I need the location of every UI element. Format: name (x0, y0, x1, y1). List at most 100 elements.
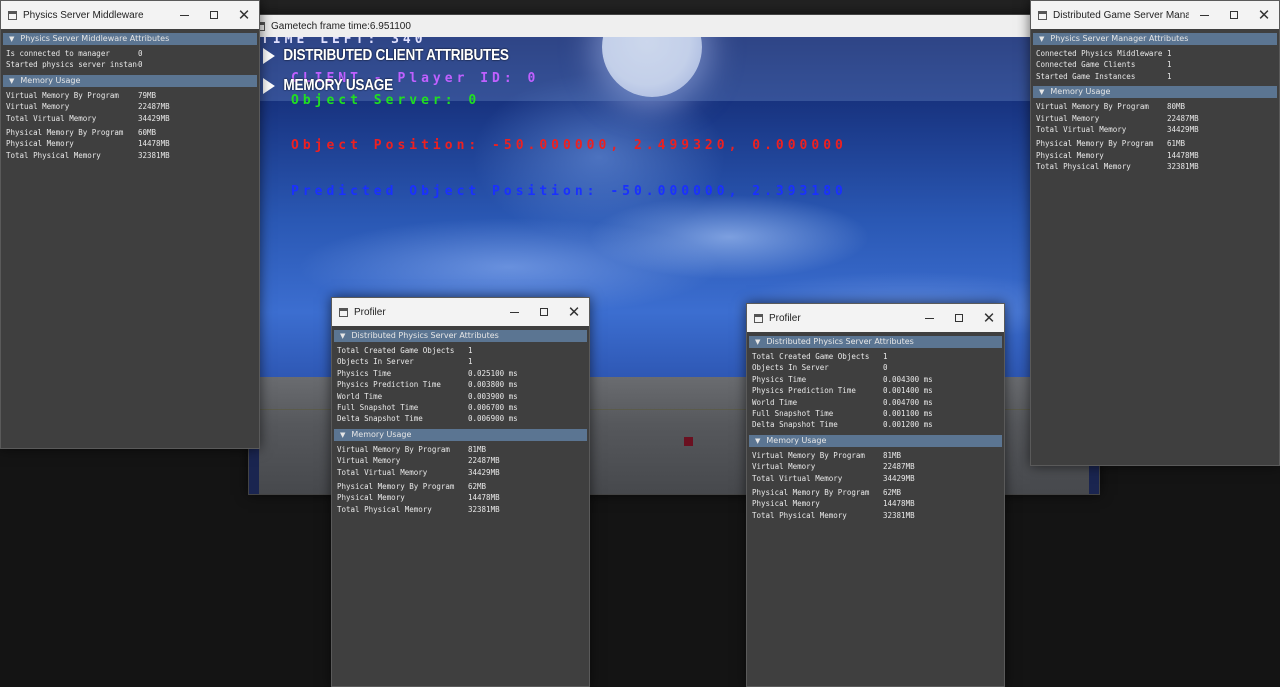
section-header-label: Physics Server Middleware Attributes (20, 34, 170, 43)
attribute-value: 0.004700 ms (883, 397, 933, 407)
attribute-row: Started Game Instances 1 (1036, 71, 1274, 82)
profiler-2-title: Profiler (769, 312, 801, 324)
attribute-row: Physical Memory 14478MB (6, 138, 254, 149)
attribute-value: 34429MB (883, 473, 915, 483)
maximize-icon[interactable] (529, 298, 559, 326)
attribute-key: Delta Snapshot Time (752, 420, 838, 430)
profiler-2-content: ▼ Distributed Physics Server Attributes To… (747, 336, 1004, 521)
attribute-rows: Connected Physics Middleware 1 Connected G… (1031, 45, 1279, 82)
maximize-icon[interactable] (199, 1, 229, 29)
attribute-row: Total Physical Memory 32381MB (752, 510, 999, 521)
section-header-label: Memory Usage (766, 435, 827, 445)
attribute-key: Physical Memory (752, 499, 820, 509)
profiler-1-titlebar[interactable]: Profiler ✕ (332, 298, 589, 326)
attribute-value: 79MB (138, 90, 157, 100)
collapsing-header[interactable]: ▼ Memory Usage (3, 74, 257, 87)
attribute-value: 81MB (883, 450, 902, 460)
attribute-value: 22487MB (1167, 113, 1199, 123)
collapsing-header[interactable]: ▼ Distributed Physics Server Attributes (749, 336, 1002, 348)
attribute-key: Physical Memory By Program (6, 128, 124, 138)
middleware-titlebar[interactable]: Physics Server Middleware ✕ (1, 1, 259, 29)
profiler-window-2[interactable]: Profiler ✕ ▼ Distributed Physics Server A… (746, 303, 1005, 687)
attribute-value: 62MB (883, 488, 902, 498)
attribute-key: Full Snapshot Time (337, 403, 419, 413)
attribute-row: Virtual Memory 22487MB (1036, 113, 1274, 124)
middleware-window[interactable]: Physics Server Middleware ✕ ▼ Physics Ser… (0, 0, 260, 449)
attribute-value: 0.003900 ms (468, 391, 518, 401)
attribute-row: World Time 0.003900 ms (337, 391, 584, 402)
attribute-key: Objects In Server (337, 357, 414, 367)
close-icon[interactable]: ✕ (559, 298, 589, 326)
object-position-text: Object Position: -50.000000, 2.499320, 0… (291, 138, 847, 153)
attribute-key: Total Created Game Objects (752, 352, 870, 361)
section-header-label: Memory Usage (351, 429, 412, 439)
attribute-value: 0 (138, 60, 143, 70)
minimize-icon[interactable] (1189, 1, 1219, 29)
attribute-key: Virtual Memory (752, 462, 816, 472)
attribute-row: Objects In Server 0 (752, 362, 999, 373)
collapsing-header[interactable]: ▼ Memory Usage (749, 434, 1002, 447)
attribute-key: Is connected to manager (6, 49, 110, 58)
attribute-value: 1 (1167, 71, 1172, 81)
close-icon[interactable]: ✕ (974, 304, 1004, 332)
distributed-client-attributes-header[interactable]: DISTRIBUTED CLIENT ATTRIBUTES (263, 45, 509, 67)
manager-window[interactable]: Distributed Game Server Manager ✕ ▼ Physi… (1030, 0, 1280, 466)
minimize-icon[interactable] (169, 1, 199, 29)
attribute-row: Virtual Memory By Program 80MB (1036, 101, 1274, 112)
attribute-row: Physical Memory 14478MB (337, 492, 584, 503)
collapsing-header[interactable]: ▼ Memory Usage (1033, 86, 1277, 99)
close-icon[interactable]: ✕ (229, 1, 259, 29)
attribute-value: 1 (1167, 49, 1172, 58)
maximize-icon[interactable] (944, 304, 974, 332)
attribute-key: Virtual Memory By Program (6, 90, 119, 100)
attribute-row: Connected Game Clients 1 (1036, 59, 1274, 70)
manager-content: ▼ Physics Server Manager Attributes Connec… (1031, 33, 1279, 173)
attribute-rows: Virtual Memory By Program 80MB Virtual Mem… (1031, 98, 1279, 172)
attribute-key: Physics Time (337, 368, 392, 378)
app-window-icon (754, 313, 763, 323)
minimize-icon[interactable] (914, 304, 944, 332)
attribute-key: Started Game Instances (1036, 71, 1136, 81)
manager-titlebar[interactable]: Distributed Game Server Manager ✕ (1031, 1, 1279, 29)
attribute-row: Total Physical Memory 32381MB (6, 150, 254, 161)
maximize-icon[interactable] (1219, 1, 1249, 29)
memory-usage-header[interactable]: MEMORY USAGE (263, 75, 393, 97)
attribute-key: Total Virtual Memory (6, 113, 97, 123)
minimize-icon[interactable] (499, 298, 529, 326)
attribute-value: 1 (1167, 60, 1172, 70)
profiler-1-title: Profiler (354, 306, 386, 318)
attribute-row: Total Physical Memory 32381MB (1036, 161, 1274, 172)
game-window-titlebar[interactable]: Gametech frame time:6.951100 (249, 15, 1099, 37)
attribute-key: Physical Memory By Program (752, 488, 870, 498)
attribute-key: Total Created Game Objects (337, 346, 455, 355)
attribute-key: Delta Snapshot Time (337, 414, 423, 424)
game-window-title: Gametech frame time:6.951100 (271, 20, 411, 32)
collapsing-header[interactable]: ▼ Memory Usage (334, 428, 587, 441)
section-header-label: Memory Usage (1050, 87, 1111, 97)
collapse-arrow-icon (263, 78, 275, 94)
attribute-row: Connected Physics Middleware 1 (1036, 48, 1274, 59)
attribute-row: Total Virtual Memory 34429MB (6, 113, 254, 124)
attribute-rows: Virtual Memory By Program 81MB Virtual Mem… (747, 447, 1004, 521)
collapsing-header[interactable]: ▼ Distributed Physics Server Attributes (334, 330, 587, 342)
attribute-value: 22487MB (138, 102, 170, 112)
collapse-arrow-icon: ▼ (9, 35, 15, 43)
attribute-key: Physical Memory (1036, 150, 1104, 160)
collapsing-header[interactable]: ▼ Physics Server Manager Attributes (1033, 33, 1277, 45)
attribute-value: 14478MB (1167, 150, 1199, 160)
attribute-value: 34429MB (138, 113, 170, 123)
attribute-key: Connected Game Clients (1036, 60, 1136, 70)
attribute-value: 34429MB (1167, 125, 1199, 135)
section-header-label: Distributed Physics Server Attributes (351, 331, 499, 340)
attribute-row: Physics Time 0.004300 ms (752, 374, 999, 385)
attribute-row: Total Created Game Objects 1 (337, 345, 584, 356)
attribute-row: Full Snapshot Time 0.001100 ms (752, 408, 999, 419)
collapsing-header[interactable]: ▼ Physics Server Middleware Attributes (3, 33, 257, 45)
profiler-2-titlebar[interactable]: Profiler ✕ (747, 304, 1004, 332)
attribute-value: 0.025100 ms (468, 368, 518, 378)
close-icon[interactable]: ✕ (1249, 1, 1279, 29)
app-window-icon (1038, 10, 1047, 20)
game-object-cube (684, 437, 693, 446)
profiler-window-1[interactable]: Profiler ✕ ▼ Distributed Physics Server A… (331, 297, 590, 687)
attribute-key: Total Physical Memory (1036, 162, 1131, 172)
